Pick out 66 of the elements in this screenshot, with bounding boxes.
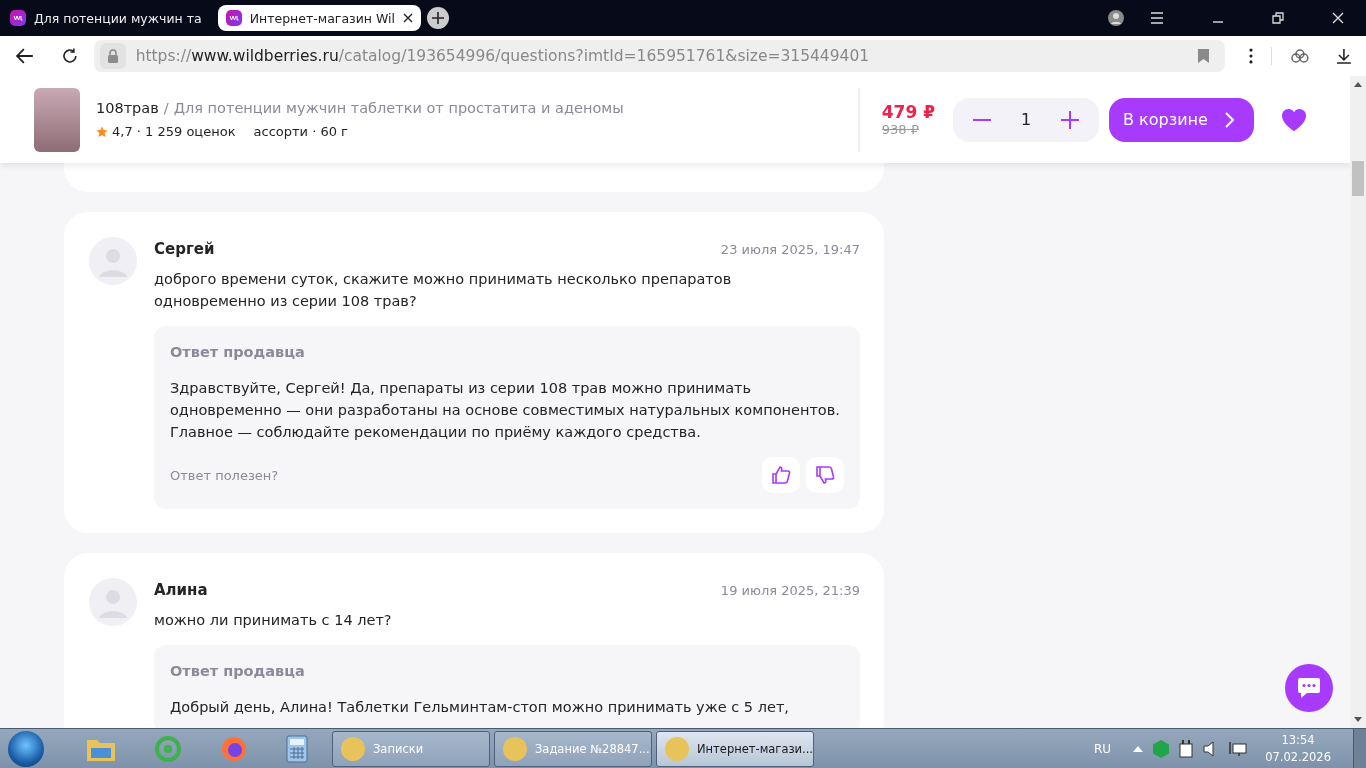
- thumbs-down-button[interactable]: [806, 457, 844, 493]
- chevron-right-icon: [1225, 111, 1234, 128]
- question-date: 19 июля 2025, 21:39: [720, 583, 860, 598]
- chat-button[interactable]: [1285, 664, 1333, 712]
- browser-tab[interactable]: Для потенции мужчин та: [10, 5, 212, 31]
- answer-text: Добрый день, Алина! Таблетки Гельминтам-стоп можно принимать уже с 5 лет,: [170, 698, 790, 717]
- site-logo-icon: [10, 10, 26, 26]
- new-tab-button[interactable]: [427, 7, 449, 29]
- power-icon[interactable]: [1179, 740, 1194, 758]
- thumbs-down-icon: [815, 465, 835, 485]
- separator: /: [163, 100, 169, 116]
- variant-text: ассорти · 60 г: [253, 124, 348, 139]
- bookmark-icon[interactable]: [1198, 49, 1210, 63]
- plus-button[interactable]: [1061, 110, 1079, 129]
- chat-bubble-icon: [1297, 677, 1321, 699]
- author-name: Сергей: [154, 240, 215, 258]
- scrollbar[interactable]: [1350, 76, 1366, 728]
- network-icon[interactable]: [1229, 741, 1248, 757]
- thumbs-up-button[interactable]: [762, 457, 800, 493]
- answer-label: Ответ продавца: [170, 663, 305, 679]
- minus-button[interactable]: [973, 118, 991, 121]
- url-text: https://www.wildberries.ru/catalog/193654996/questions?imtId=165951761&size=315449401: [135, 47, 870, 65]
- extensions-icon[interactable]: [1290, 49, 1311, 63]
- question-date: 23 июля 2025, 19:47: [720, 242, 860, 257]
- question-text: доброго времени суток, скажите можно принимать несколько препаратов одновременно из серии 108 трав?: [154, 270, 733, 311]
- download-icon[interactable]: [1336, 48, 1352, 64]
- more-options-icon[interactable]: [1249, 48, 1254, 64]
- menu-icon[interactable]: [1150, 12, 1164, 24]
- address-bar[interactable]: https://www.wildberries.ru/catalog/193654996/questions?imtId=165951761&size=315449401: [93, 40, 1226, 72]
- avatar-icon: [89, 578, 137, 626]
- scroll-down-icon[interactable]: [1354, 717, 1362, 722]
- app-icon: [665, 737, 689, 761]
- brand-name[interactable]: 108трав: [96, 100, 159, 116]
- show-hidden-icons-icon[interactable]: [1133, 746, 1144, 752]
- answer-label: Ответ продавца: [170, 344, 305, 360]
- helpful-prompt: Ответ полезен?: [170, 467, 279, 483]
- price: 479 ₽: [881, 102, 935, 122]
- avatar-icon: [89, 237, 137, 285]
- app-icon: [341, 737, 365, 761]
- scrollbar-thumb[interactable]: [1352, 161, 1364, 196]
- close-icon[interactable]: [403, 13, 413, 23]
- in-cart-button[interactable]: В корзине: [1109, 97, 1254, 142]
- thumbs-up-icon: [771, 465, 791, 485]
- answer-text: Здравствуйте, Сергей! Да, препараты из серии 108 трав можно принимать одновременно — они разработаны на основе совместимых натуральных компонентов. Главное — соблюдайте рекомендации по приёму каждого средства.: [170, 379, 841, 442]
- browser-tab[interactable]: Интернет-магазин Wil: [217, 5, 421, 31]
- plus-icon: [432, 12, 444, 24]
- star-icon: [96, 125, 108, 138]
- lock-icon: [99, 43, 126, 69]
- app-icon: [503, 737, 527, 761]
- site-logo-icon: [225, 10, 242, 26]
- rating-text: 4,7 · 1 259 оценок: [112, 124, 236, 139]
- taskbar-window-button[interactable]: Интернет-магази...: [656, 731, 814, 767]
- reload-icon[interactable]: [61, 48, 78, 64]
- calculator-icon[interactable]: [286, 735, 308, 763]
- start-button[interactable]: [8, 731, 44, 767]
- author-name: Алина: [154, 581, 208, 599]
- question-text: можно ли принимать с 14 лет?: [154, 611, 393, 630]
- old-price: 938 ₽: [881, 122, 920, 137]
- scroll-up-icon[interactable]: [1354, 82, 1362, 87]
- back-icon[interactable]: [16, 48, 34, 64]
- heart-icon[interactable]: [1282, 108, 1306, 131]
- product-photo-placeholder: [34, 87, 80, 152]
- restore-icon[interactable]: [1272, 12, 1284, 24]
- profile-icon[interactable]: [1108, 10, 1124, 26]
- quantity-value: 1: [1020, 110, 1032, 129]
- product-title: Для потенции мужчин таблетки от простатита и аденомы: [173, 100, 624, 116]
